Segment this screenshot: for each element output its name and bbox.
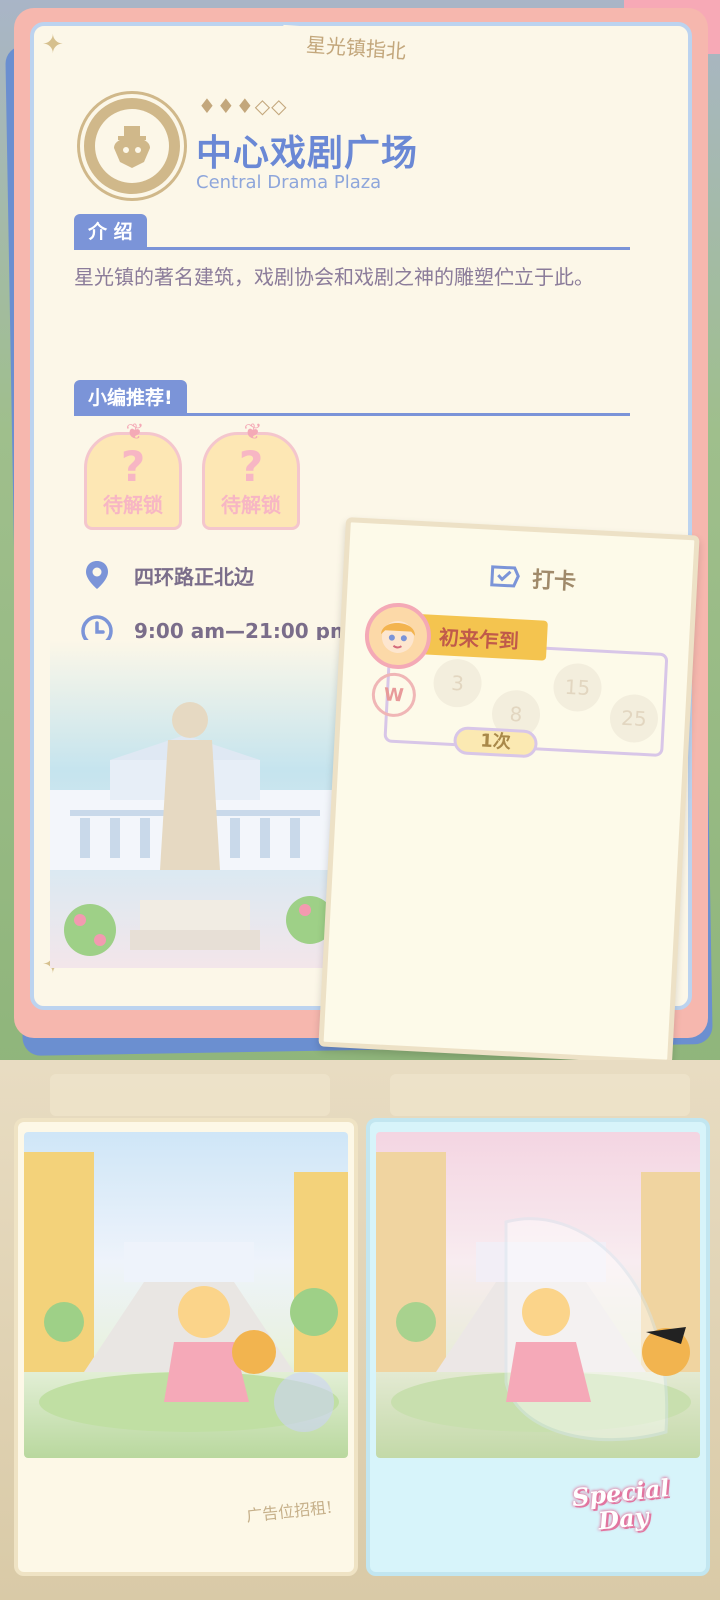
intro-header: 介 绍 [74, 214, 630, 250]
photo-image [24, 1132, 348, 1458]
milestone: 25 [608, 693, 660, 744]
intro-text: 星光镇的著名建筑，戏剧协会和戏剧之神的雕塑伫立于此。 [74, 265, 594, 289]
plaza-illustration [50, 640, 340, 968]
address-row: 四环路正北边 [80, 558, 254, 592]
recommend-label: 小编推荐! [74, 380, 187, 413]
bow-icon: ❦ [243, 420, 263, 445]
milestone: 15 [552, 662, 603, 713]
checkin-card[interactable]: 打卡 3 8 15 25 W 初来乍到 1次 [318, 517, 700, 1065]
album-thumbnails [50, 1074, 330, 1116]
mask-icon [114, 126, 150, 168]
album-thumbnails [390, 1074, 690, 1116]
address-text: 四环路正北边 [134, 564, 254, 589]
sparkle-icon: ✦ [42, 30, 64, 60]
locked-label: 待解锁 [221, 493, 281, 517]
bow-icon: ❦ [125, 420, 145, 445]
photo-image [376, 1132, 700, 1458]
checkin-title: 打卡 [531, 567, 577, 596]
special-day-logo: Special Day [550, 1473, 695, 1539]
intro-label: 介 绍 [74, 214, 147, 247]
question-mark: ? [238, 442, 264, 491]
left-caption: 广告位招租! [244, 1497, 333, 1526]
milestone: 3 [432, 657, 483, 709]
photo-card-left[interactable]: 广告位招租! [14, 1118, 358, 1576]
location-title: 中心戏剧广场 [196, 133, 419, 174]
checkin-header: 打卡 [487, 560, 577, 597]
locked-recommendation[interactable]: ❦ ? 待解锁 [202, 422, 300, 530]
photo-card-right[interactable]: Special Day [366, 1118, 710, 1576]
question-mark: ? [120, 442, 146, 491]
checkin-stamp-icon [490, 565, 520, 588]
rating-stars: ♦♦♦◇◇ [198, 94, 288, 118]
location-emblem [80, 94, 184, 198]
checkin-count: 1次 [452, 726, 539, 759]
girl-avatar-icon [381, 620, 415, 653]
locked-label: 待解锁 [103, 493, 163, 517]
recommend-header: 小编推荐! [74, 380, 630, 416]
location-subtitle: Central Drama Plaza [196, 172, 382, 193]
location-pin-icon [86, 561, 108, 589]
locked-recommendation[interactable]: ❦ ? 待解锁 [84, 422, 182, 530]
